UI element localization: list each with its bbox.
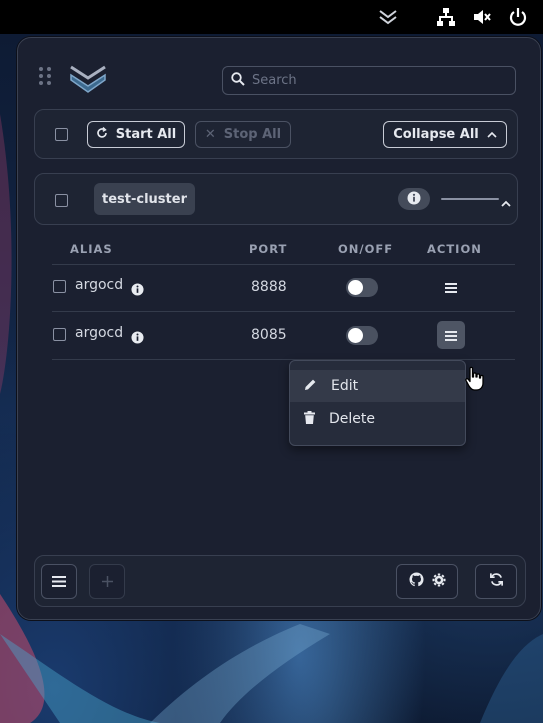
add-button[interactable] bbox=[89, 564, 125, 599]
header-on-off: ON/OFF bbox=[338, 242, 394, 256]
github-settings-button[interactable] bbox=[396, 564, 458, 599]
global-toolbar: Start All ✕ Stop All Collapse All bbox=[34, 109, 518, 159]
menu-item-delete-label: Delete bbox=[329, 411, 375, 427]
header-alias: ALIAS bbox=[70, 242, 113, 256]
pencil-icon bbox=[304, 378, 317, 395]
row-port: 8888 bbox=[251, 279, 287, 295]
menu-item-edit-label: Edit bbox=[331, 378, 359, 394]
power-icon[interactable] bbox=[507, 6, 529, 28]
collapse-all-button[interactable]: Collapse All bbox=[383, 121, 507, 148]
close-icon: ✕ bbox=[204, 127, 216, 142]
row-alias: argocd bbox=[75, 325, 124, 341]
row-toggle[interactable] bbox=[346, 326, 378, 345]
system-top-bar bbox=[0, 0, 543, 34]
menu-icon bbox=[52, 572, 66, 591]
app-panel: Start All ✕ Stop All Collapse All test-c… bbox=[17, 37, 541, 620]
refresh-icon bbox=[96, 126, 108, 143]
footer-bar bbox=[34, 555, 526, 607]
row-port: 8085 bbox=[251, 327, 287, 343]
gear-icon bbox=[432, 572, 446, 591]
header-divider bbox=[52, 264, 515, 265]
stop-all-button[interactable]: ✕ Stop All bbox=[195, 121, 291, 148]
plus-icon bbox=[101, 572, 113, 591]
cluster-checkbox[interactable] bbox=[55, 194, 68, 207]
row-alias: argocd bbox=[75, 277, 124, 293]
start-all-button[interactable]: Start All bbox=[87, 121, 185, 148]
select-all-checkbox[interactable] bbox=[55, 128, 68, 141]
start-all-label: Start All bbox=[115, 127, 177, 142]
search-icon bbox=[231, 71, 245, 90]
menu-item-edit[interactable]: Edit bbox=[290, 370, 465, 402]
stop-all-label: Stop All bbox=[223, 127, 282, 142]
cluster-header: test-cluster bbox=[34, 173, 518, 225]
menu-icon bbox=[445, 326, 457, 345]
trash-icon bbox=[304, 410, 315, 428]
app-logo-icon bbox=[68, 64, 108, 98]
row-action-menu-button[interactable] bbox=[437, 321, 465, 349]
cluster-collapse-chevron-icon[interactable] bbox=[501, 193, 511, 212]
row-toggle[interactable] bbox=[346, 278, 378, 297]
chevron-up-icon bbox=[487, 127, 497, 142]
refresh-button[interactable] bbox=[475, 564, 517, 599]
info-icon[interactable] bbox=[131, 281, 144, 300]
search-input[interactable] bbox=[252, 73, 492, 88]
collapse-chevrons-icon[interactable] bbox=[377, 6, 399, 28]
row-divider bbox=[52, 311, 515, 312]
volume-muted-icon[interactable] bbox=[471, 6, 493, 28]
cluster-divider bbox=[441, 198, 499, 200]
main-menu-button[interactable] bbox=[41, 564, 77, 599]
row-checkbox[interactable] bbox=[53, 280, 66, 293]
github-icon bbox=[408, 572, 424, 591]
refresh-icon bbox=[489, 572, 504, 591]
menu-item-delete[interactable]: Delete bbox=[290, 403, 465, 435]
cluster-name-tag: test-cluster bbox=[94, 183, 195, 215]
cluster-info-button[interactable] bbox=[398, 188, 430, 210]
header-port: PORT bbox=[249, 242, 288, 256]
search-box[interactable] bbox=[222, 66, 516, 95]
info-icon bbox=[407, 190, 421, 209]
info-icon[interactable] bbox=[131, 329, 144, 348]
row-action-menu-button[interactable] bbox=[437, 273, 465, 301]
row-checkbox[interactable] bbox=[53, 328, 66, 341]
row-action-dropdown: Edit Delete bbox=[289, 360, 466, 446]
network-icon[interactable] bbox=[435, 6, 457, 28]
hand-cursor-icon bbox=[464, 366, 488, 396]
drag-handle-icon[interactable] bbox=[38, 66, 52, 90]
collapse-all-label: Collapse All bbox=[393, 127, 479, 142]
menu-icon bbox=[445, 278, 457, 297]
header-action: ACTION bbox=[427, 242, 482, 256]
